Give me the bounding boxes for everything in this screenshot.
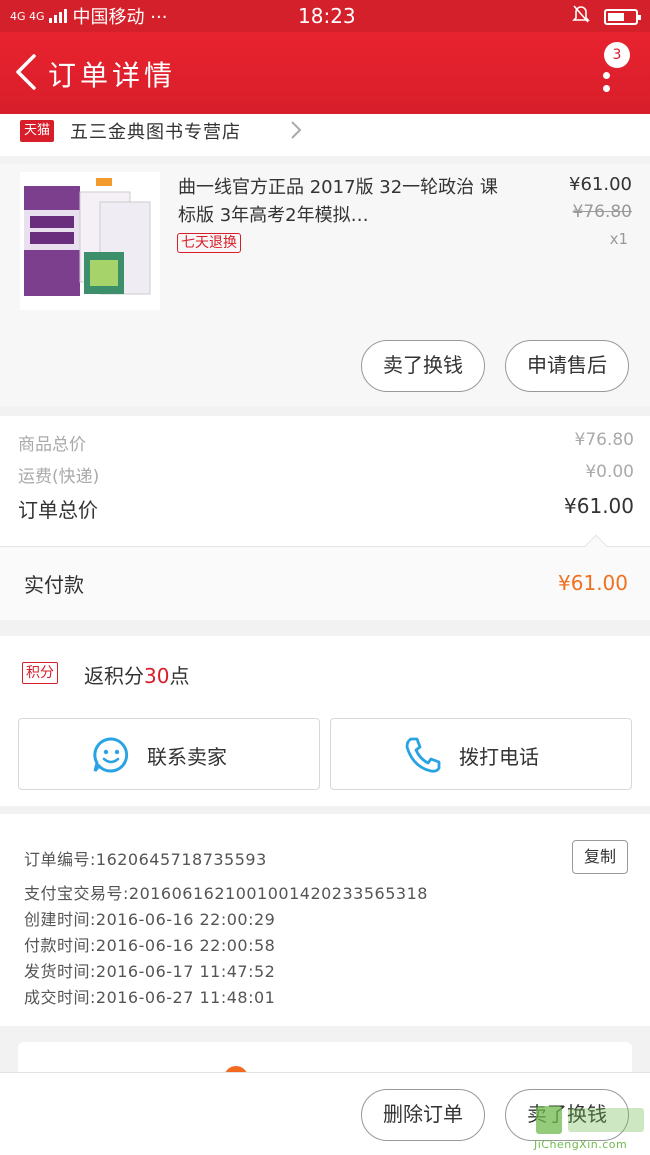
after-sale-button[interactable]: 申请售后 (505, 340, 629, 392)
sell-for-cash-button[interactable]: 卖了换钱 (361, 340, 485, 392)
actual-paid-value: ¥61.00 (558, 571, 628, 595)
order-info: 订单编号:1620645718735593 复制 支付宝交易号:20160616… (0, 814, 650, 1026)
contact-seller-button[interactable]: 联系卖家 (18, 718, 320, 790)
order-number: 订单编号:1620645718735593 (24, 850, 267, 869)
page-title: 订单详情 (48, 59, 177, 92)
points-reward-text: 返积分30点 (84, 664, 190, 688)
order-total-label: 订单总价 (18, 498, 98, 522)
seven-day-return-tag: 七天退换 (177, 233, 241, 253)
shipping-value: ¥0.00 (585, 462, 634, 482)
call-phone-button[interactable]: 拨打电话 (330, 718, 632, 790)
completed-time: 成交时间:2016-06-27 11:48:01 (24, 988, 276, 1007)
shop-name: 五三金典图书专营店 (70, 122, 241, 143)
points-count: 30 (144, 664, 170, 688)
shop-row[interactable]: 天猫 五三金典图书专营店 (0, 114, 650, 156)
chat-bubble-icon (93, 737, 129, 773)
carrier-name: 中国移动 ··· (72, 7, 168, 28)
created-time: 创建时间:2016-06-16 22:00:29 (24, 910, 276, 929)
nav-bar: 订单详情 3 (0, 32, 650, 114)
tmall-tag: 天猫 (20, 120, 55, 142)
shipping-label: 运费(快递) (18, 467, 100, 487)
site-watermark: JiChengXin.com (530, 1102, 650, 1155)
price-summary: 商品总价 ¥76.80 运费(快递) ¥0.00 订单总价 ¥61.00 (0, 416, 650, 546)
shipped-time: 发货时间:2016-06-17 11:47:52 (24, 962, 276, 981)
paid-time: 付款时间:2016-06-16 22:00:58 (24, 936, 276, 955)
actual-paid-row: 实付款 ¥61.00 (0, 534, 650, 620)
delete-order-button[interactable]: 删除订单 (361, 1089, 485, 1141)
contact-seller-label: 联系卖家 (147, 745, 227, 769)
copy-button[interactable]: 复制 (572, 840, 628, 874)
product-item[interactable]: 曲一线官方正品 2017版 32一轮政治 课标版 3年高考2年模拟… 七天退换 … (0, 164, 650, 406)
product-quantity: x1 (609, 230, 628, 248)
status-bar: 4G 4G 中国移动 ··· 18:23 (0, 0, 650, 32)
points-section: 积分 返积分30点 联系卖家 拨打电话 (0, 636, 650, 806)
chevron-right-icon (290, 120, 302, 145)
goods-total-value: ¥76.80 (574, 430, 634, 450)
actual-paid-label: 实付款 (24, 573, 84, 597)
clock: 18:23 (298, 4, 356, 28)
phone-icon (405, 737, 441, 773)
signal-strength-icon (48, 9, 67, 23)
original-price: ¥76.80 (572, 202, 632, 222)
product-price: ¥61.00 (569, 174, 632, 195)
more-menu-icon[interactable] (603, 72, 611, 98)
product-thumbnail (20, 172, 160, 310)
call-phone-label: 拨打电话 (459, 745, 539, 769)
watermark-logo-icon (536, 1106, 644, 1134)
product-title: 曲一线官方正品 2017版 32一轮政治 课标版 3年高考2年模拟… (178, 177, 498, 226)
battery-icon (604, 9, 641, 25)
message-count-badge[interactable]: 3 (604, 42, 630, 68)
watermark-text: JiChengXin.com (534, 1138, 628, 1151)
points-tag: 积分 (22, 662, 58, 684)
order-total-value: ¥61.00 (564, 494, 634, 518)
goods-total-label: 商品总价 (18, 435, 86, 455)
back-arrow-icon[interactable] (12, 52, 42, 92)
signal-type: 4G 4G (10, 9, 45, 23)
mute-bell-icon (572, 4, 590, 29)
alipay-trade-number: 支付宝交易号:2016061621001001420233565318 (24, 884, 428, 903)
